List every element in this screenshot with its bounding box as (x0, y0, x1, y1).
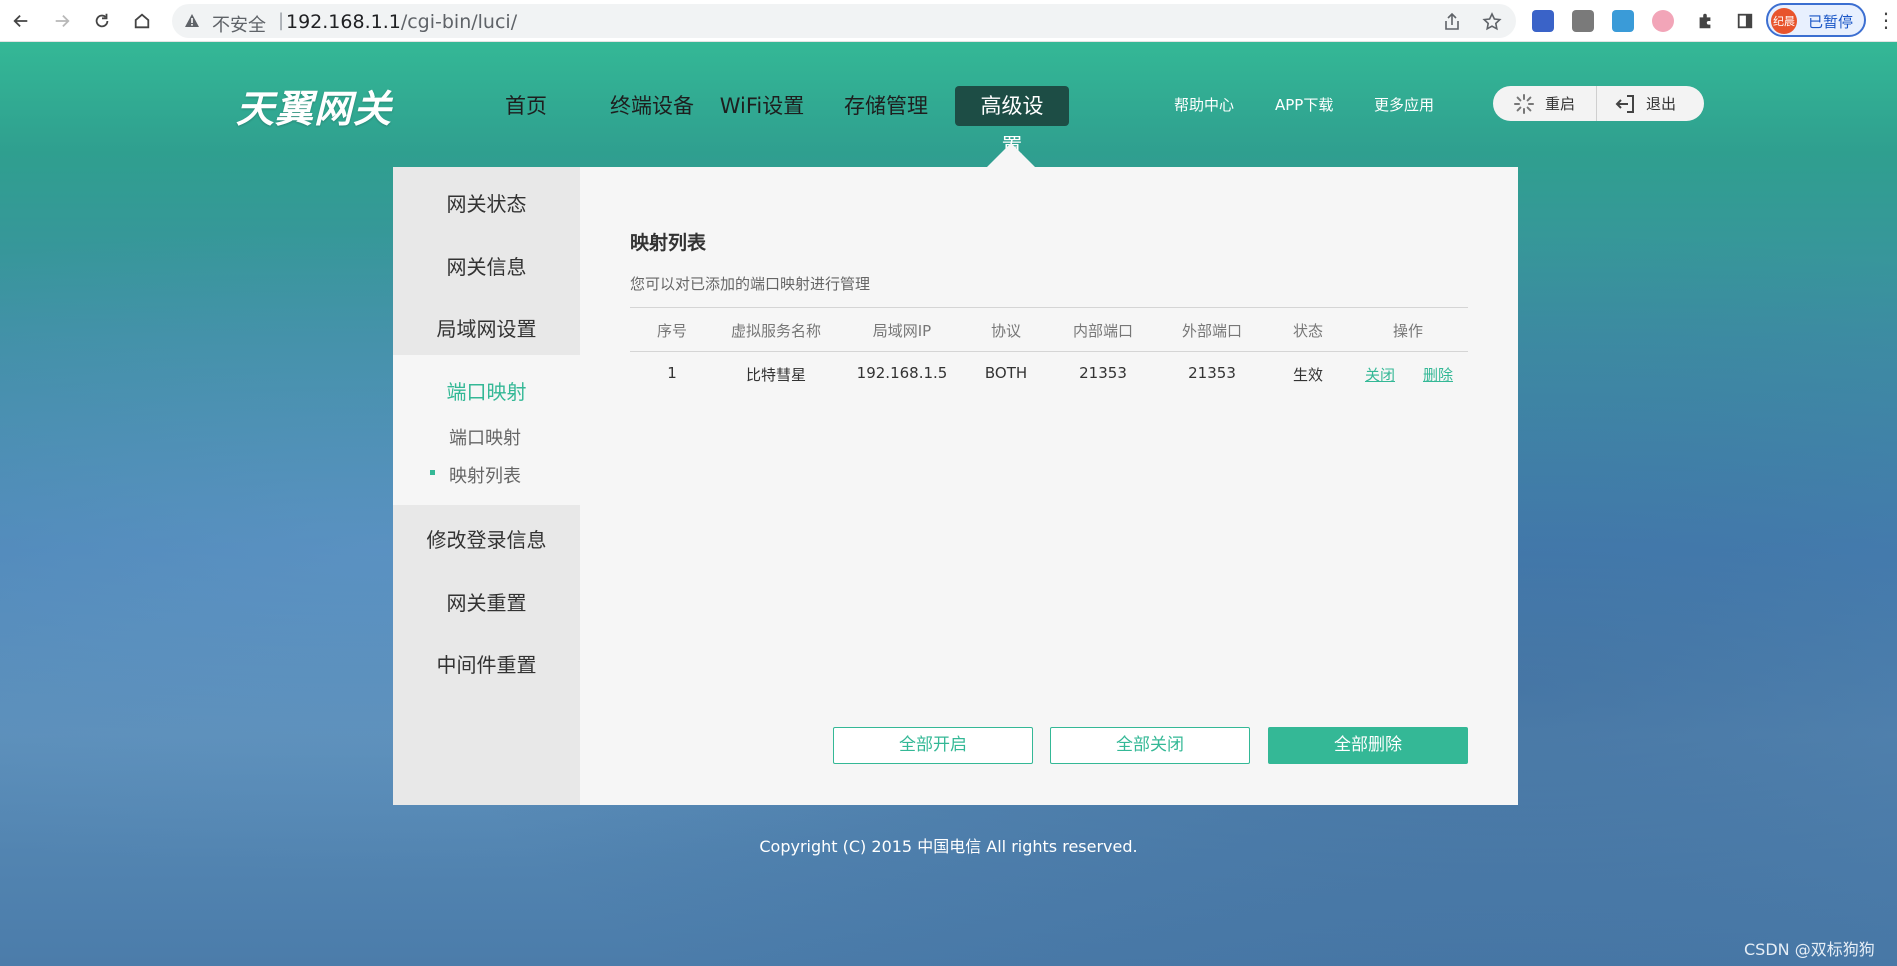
watermark-text: CSDN @双标狗狗 (1744, 940, 1875, 959)
delete-mapping-link[interactable]: 删除 (1422, 364, 1454, 385)
url-text: 192.168.1.1/cgi-bin/luci/ (286, 11, 517, 33)
cell-index: 1 (667, 364, 677, 382)
sidebar-item-gateway-info[interactable]: 网关信息 (393, 251, 580, 280)
puzzle-icon[interactable] (1692, 8, 1718, 34)
avatar: 纪晨 (1771, 8, 1797, 34)
sidebar-item-login-info[interactable]: 修改登录信息 (393, 524, 580, 553)
logout-label: 退出 (1646, 95, 1677, 113)
copyright-text: Copyright (C) 2015 中国电信 All rights reser… (759, 837, 1138, 856)
help-center-link[interactable]: 帮助中心 (1174, 94, 1234, 115)
forward-icon[interactable] (49, 8, 75, 34)
disable-all-button[interactable]: 全部关闭 (1050, 727, 1250, 764)
sidebar-item-gateway-reset[interactable]: 网关重置 (393, 587, 580, 616)
url-path: /cgi-bin/luci/ (400, 11, 518, 33)
profile-status-label: 已暂停 (1808, 13, 1854, 31)
column-header-protocol: 协议 (990, 322, 1021, 340)
nav-home[interactable]: 首页 (488, 86, 564, 126)
profile-button[interactable]: 纪晨 已暂停 (1766, 3, 1866, 37)
address-bar[interactable]: 不安全 | 192.168.1.1/cgi-bin/luci/ (172, 4, 1516, 38)
active-bullet (430, 470, 435, 475)
column-header-service-name: 虚拟服务名称 (730, 322, 821, 340)
table-header-divider (630, 351, 1468, 352)
restart-label: 重启 (1545, 95, 1576, 113)
delete-all-button[interactable]: 全部删除 (1268, 727, 1468, 764)
nav-devices[interactable]: 终端设备 (594, 86, 710, 126)
close-mapping-link[interactable]: 关闭 (1364, 364, 1396, 385)
active-nav-pointer (987, 143, 1035, 167)
cell-internal-port: 21353 (1079, 364, 1127, 382)
url-host: 192.168.1.1 (286, 11, 401, 33)
sidebar-item-lan-settings[interactable]: 局域网设置 (393, 313, 580, 342)
extension-translate-icon[interactable] (1532, 10, 1554, 32)
enable-all-button[interactable]: 全部开启 (833, 727, 1033, 764)
sidebar-item-port-mapping[interactable]: 端口映射 (393, 376, 580, 405)
column-header-actions: 操作 (1392, 322, 1423, 340)
sidebar-subitem-port-mapping[interactable]: 端口映射 (449, 424, 521, 450)
pill-divider (1596, 86, 1597, 121)
sidebar: 网关状态 网关信息 局域网设置 端口映射 端口映射 映射列表 修改登录信息 网关… (393, 167, 580, 805)
cell-lan-ip: 192.168.1.5 (856, 364, 948, 382)
warning-icon (185, 14, 199, 27)
restart-button[interactable]: 重启 (1513, 86, 1575, 121)
column-header-lan-ip: 局域网IP (872, 322, 932, 340)
cell-external-port: 21353 (1188, 364, 1236, 382)
table-top-divider (630, 307, 1468, 308)
reload-icon[interactable] (89, 8, 115, 34)
logo[interactable]: 天翼网关 (236, 78, 392, 133)
sidebar-subitem-mapping-list[interactable]: 映射列表 (449, 462, 521, 488)
cell-service-name: 比特彗星 (745, 366, 806, 384)
share-icon[interactable] (1442, 12, 1462, 32)
nav-wifi[interactable]: WiFi设置 (718, 86, 806, 126)
router-actions: 重启 退出 (1493, 86, 1704, 121)
home-icon[interactable] (129, 8, 155, 34)
logout-button[interactable]: 退出 (1614, 86, 1676, 121)
insecure-label: 不安全 (212, 15, 266, 36)
app-download-link[interactable]: APP下载 (1275, 94, 1333, 115)
more-menu-icon[interactable]: ⋮ (1876, 8, 1896, 32)
star-icon[interactable] (1482, 12, 1502, 32)
restart-icon (1514, 93, 1534, 114)
extension-link-icon[interactable] (1612, 10, 1634, 32)
nav-storage[interactable]: 存储管理 (842, 86, 930, 126)
url-separator: | (278, 10, 285, 31)
column-header-internal-port: 内部端口 (1072, 322, 1133, 340)
side-panel-icon[interactable] (1732, 8, 1758, 34)
sidebar-item-gateway-status[interactable]: 网关状态 (393, 188, 580, 217)
column-header-external-port: 外部端口 (1181, 322, 1242, 340)
main-panel (580, 167, 1518, 805)
browser-toolbar: 不安全 | 192.168.1.1/cgi-bin/luci/ 纪晨 已暂停 ⋮ (0, 0, 1897, 42)
column-header-status: 状态 (1292, 322, 1323, 340)
page-description: 您可以对已添加的端口映射进行管理 (630, 275, 871, 293)
more-apps-link[interactable]: 更多应用 (1374, 94, 1434, 115)
cell-status: 生效 (1292, 366, 1323, 384)
page-title: 映射列表 (630, 232, 707, 254)
cell-protocol: BOTH (984, 364, 1028, 382)
extension-circle-icon[interactable] (1652, 10, 1674, 32)
extension-tabs-icon[interactable] (1572, 10, 1594, 32)
nav-advanced-settings[interactable]: 高级设置 (955, 86, 1069, 158)
column-header-index: 序号 (656, 322, 687, 340)
logout-icon (1615, 94, 1634, 113)
back-icon[interactable] (8, 8, 34, 34)
sidebar-item-middleware-reset[interactable]: 中间件重置 (393, 649, 580, 678)
